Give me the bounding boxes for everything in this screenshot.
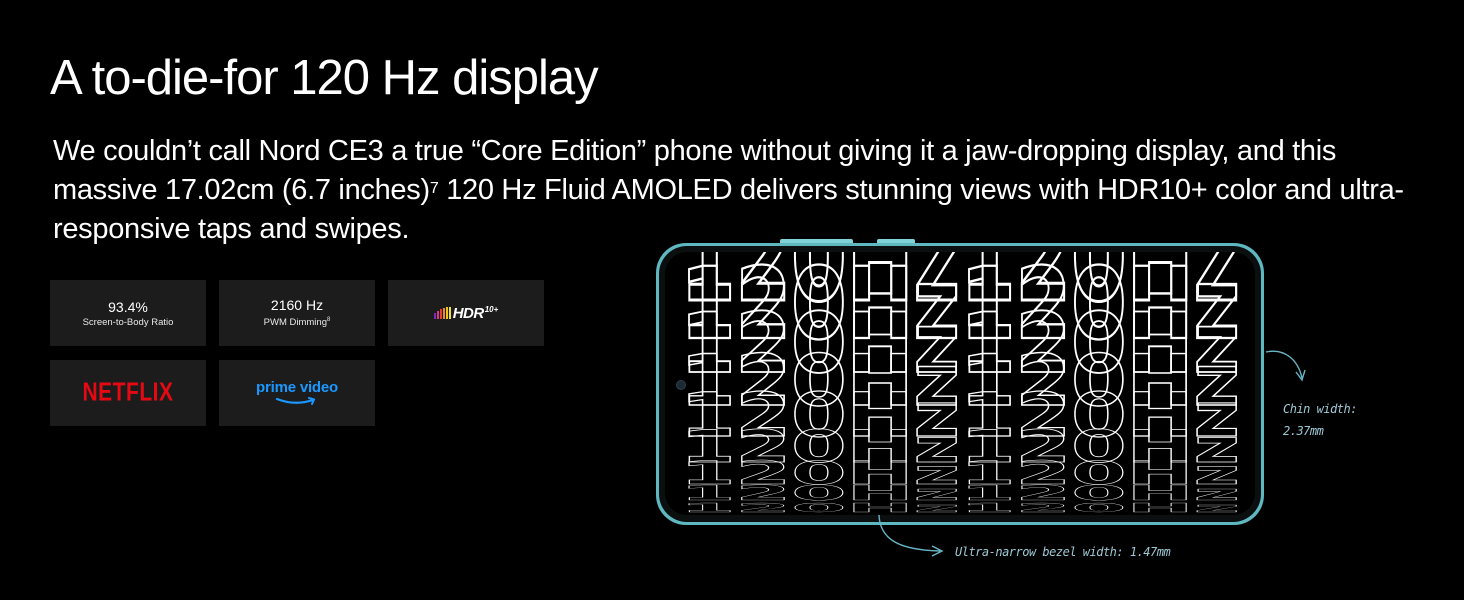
screen-120hz-art: 120Hz120Hz120Hz120Hz120Hz120Hz120Hz120Hz… (679, 252, 1241, 515)
screen-120hz-row: 120Hz120Hz (680, 500, 1240, 515)
chin-width-label: Chin width: (1283, 402, 1357, 416)
phone-illustration: 120Hz120Hz120Hz120Hz120Hz120Hz120Hz120Hz… (656, 239, 1306, 557)
chin-width-annotation: Chin width: 2.37mm (1283, 398, 1357, 442)
chin-arrow-icon (1265, 350, 1303, 379)
chin-width-value: 2.37mm (1283, 424, 1324, 438)
front-camera-icon (676, 380, 686, 390)
bezel-width-annotation: Ultra-narrow bezel width: 1.47mm (955, 545, 1171, 559)
